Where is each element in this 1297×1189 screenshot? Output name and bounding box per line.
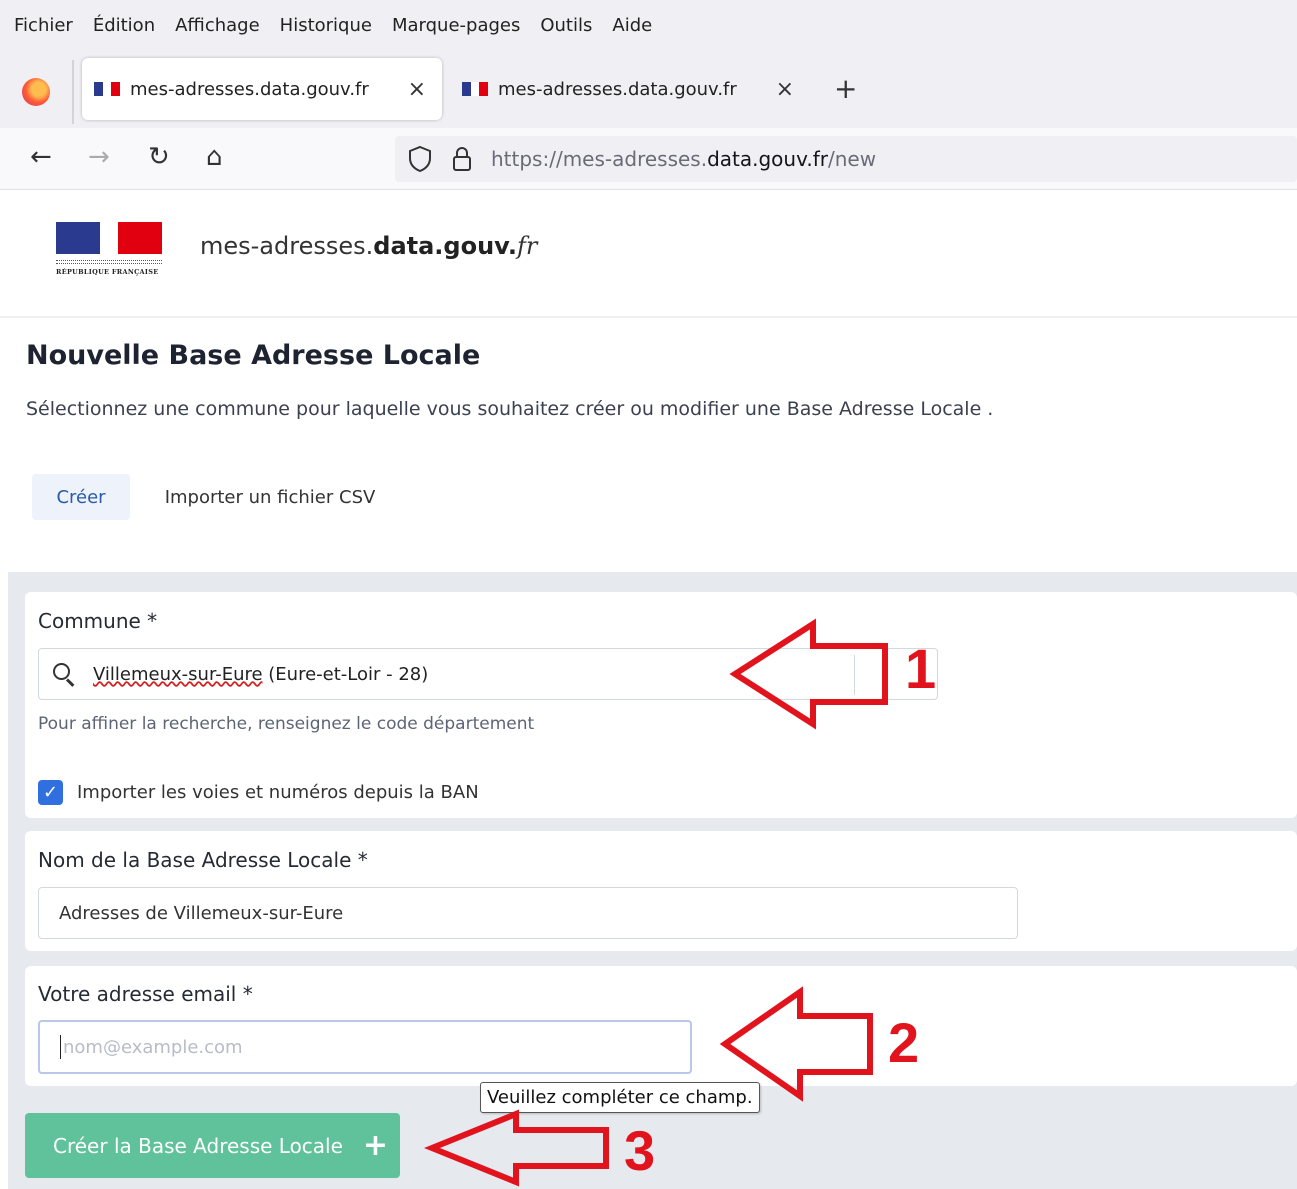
email-label: Votre adresse email * [38,982,253,1006]
tab-strip: mes-adresses.data.gouv.fr × mes-adresses… [0,50,1297,128]
menu-aide[interactable]: Aide [612,15,652,36]
navigation-bar: ← → ↻ ⌂ https://mes-adresses. data.gouv.f… [0,128,1297,190]
republique-francaise-logo[interactable]: RÉPUBLIQUE FRANÇAISE [56,222,166,282]
annotation-arrow-3-icon [424,1109,609,1187]
lock-icon[interactable] [451,146,473,172]
commune-label: Commune * [38,609,158,633]
tab-import-csv[interactable]: Importer un fichier CSV [150,474,390,520]
reload-icon[interactable]: ↻ [148,142,170,172]
annotation-number-2: 2 [888,1011,920,1074]
annotation-arrow-2-icon [719,986,873,1102]
url-prefix: https://mes-adresses. [491,147,708,171]
url-path: /new [828,147,877,171]
import-ban-row: ✓ Importer les voies et numéros depuis l… [38,780,479,805]
menu-fichier[interactable]: Fichier [14,15,73,36]
favicon-flag-icon [462,82,489,96]
tab-background[interactable]: mes-adresses.data.gouv.fr × [450,58,810,120]
bal-name-label: Nom de la Base Adresse Locale * [38,848,368,872]
tab-close-icon[interactable]: × [408,77,426,102]
tab-active[interactable]: mes-adresses.data.gouv.fr × [82,58,442,120]
import-ban-label[interactable]: Importer les voies et numéros depuis la … [77,782,479,803]
site-name[interactable]: mes-adresses.data.gouv.fr [200,232,537,260]
plus-icon: + [362,1128,389,1163]
menu-edition[interactable]: Édition [93,15,155,36]
annotation-number-3: 3 [624,1119,656,1182]
menu-historique[interactable]: Historique [280,15,372,36]
browser-menubar: Fichier Édition Affichage Historique Mar… [0,0,1297,50]
page-title: Nouvelle Base Adresse Locale [26,340,481,371]
tab-create[interactable]: Créer [32,474,130,520]
shield-icon[interactable] [407,145,433,173]
annotation-arrow-1-icon [729,618,888,730]
tab-close-icon[interactable]: × [776,77,794,102]
address-bar[interactable]: https://mes-adresses. data.gouv.fr/new [395,136,1297,182]
search-icon [53,663,75,687]
bal-name-input[interactable]: Adresses de Villemeux-sur-Eure [38,887,1018,939]
tab-separator [72,60,74,124]
commune-value: Villemeux-sur-Eure (Eure-et-Loir - 28) [93,663,429,685]
logo-country-text: RÉPUBLIQUE FRANÇAISE [56,268,159,276]
menu-affichage[interactable]: Affichage [175,15,260,36]
page-description: Sélectionnez une commune pour laquelle v… [26,398,994,420]
firefox-icon[interactable] [22,78,50,106]
forward-arrow-icon[interactable]: → [88,142,110,172]
text-caret [60,1035,61,1059]
tab-title: mes-adresses.data.gouv.fr [498,78,737,100]
create-bal-button[interactable]: Créer la Base Adresse Locale + [25,1113,400,1178]
menu-outils[interactable]: Outils [540,15,592,36]
menu-marque-pages[interactable]: Marque-pages [392,15,520,36]
import-ban-checkbox[interactable]: ✓ [38,780,63,805]
tab-title: mes-adresses.data.gouv.fr [130,78,369,100]
create-bal-label: Créer la Base Adresse Locale [53,1133,343,1158]
email-input[interactable]: nom@example.com [38,1020,692,1074]
new-tab-plus-icon[interactable]: + [834,72,857,105]
back-arrow-icon[interactable]: ← [30,142,52,172]
annotation-number-1: 1 [905,637,937,700]
bal-name-value: Adresses de Villemeux-sur-Eure [59,902,344,924]
favicon-flag-icon [94,82,121,96]
url-domain: data.gouv.fr [707,147,828,171]
home-icon[interactable]: ⌂ [206,142,223,172]
commune-hint: Pour affiner la recherche, renseignez le… [38,714,535,734]
email-placeholder: nom@example.com [63,1036,243,1058]
site-header: RÉPUBLIQUE FRANÇAISE mes-adresses.data.g… [0,192,1297,318]
